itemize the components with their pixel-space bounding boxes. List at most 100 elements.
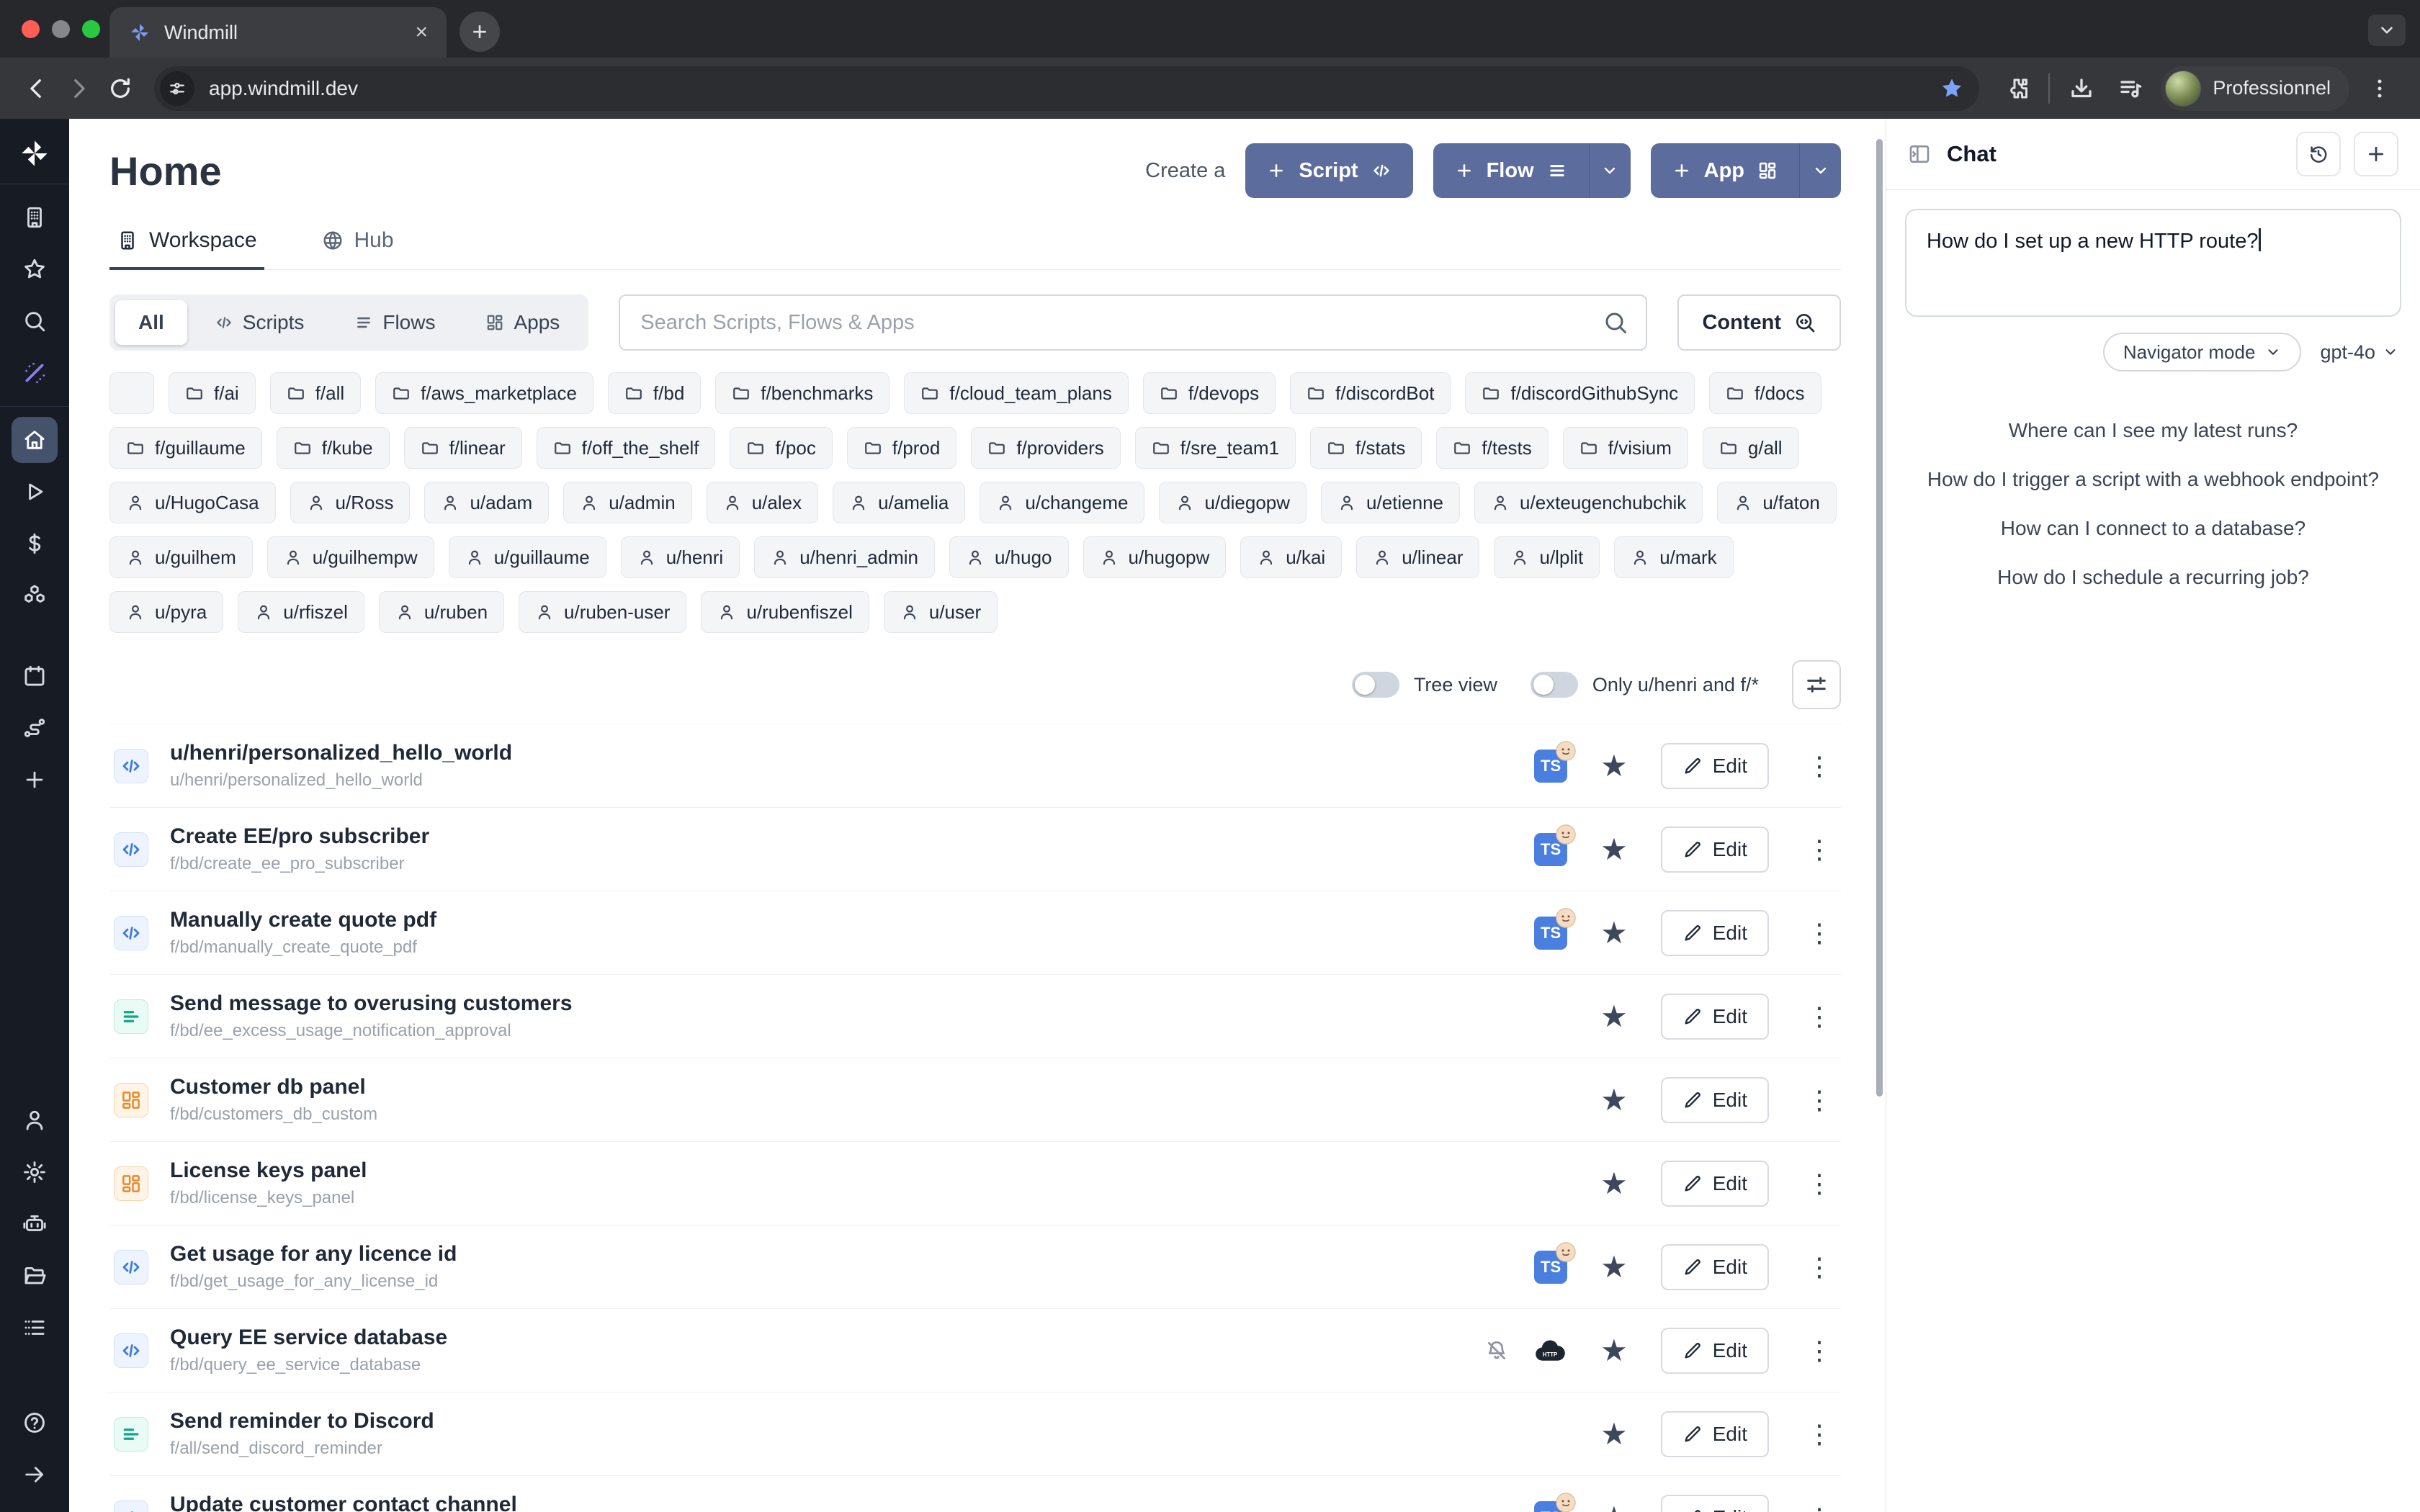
user-chip[interactable]: u/pyra [109,591,223,633]
favorite-star-icon[interactable]: ★ [1600,1002,1628,1032]
user-chip[interactable]: u/kai [1240,536,1342,578]
user-chip[interactable]: u/changeme [980,482,1144,523]
tab-close-icon[interactable]: × [415,20,428,45]
edit-button[interactable]: Edit [1661,1161,1769,1207]
favorite-star-icon[interactable]: ★ [1600,1169,1628,1199]
favorite-star-icon[interactable]: ★ [1600,1419,1628,1449]
filter-flows[interactable]: Flows [331,300,458,345]
url-bar[interactable]: app.windmill.dev [154,66,1979,111]
new-chat-button[interactable] [2354,132,2398,176]
panel-collapse-icon[interactable] [1908,143,1931,166]
item-menu-kebab-icon[interactable]: ⋮ [1802,834,1837,865]
folder-chip[interactable]: f/linear [404,427,522,469]
edit-button[interactable]: Edit [1661,1244,1769,1290]
folder-chip[interactable]: f/tests [1436,427,1548,469]
folder-chip[interactable]: f/guillaume [109,427,262,469]
user-chip[interactable]: u/ruben [379,591,504,633]
user-chip[interactable]: u/lplit [1494,536,1600,578]
sidebar-item-folders[interactable] [12,1253,58,1299]
chat-suggestion[interactable]: How do I trigger a script with a webhook… [1927,468,2379,491]
window-minimize-button[interactable] [52,20,70,38]
window-close-button[interactable] [22,20,40,38]
favorite-star-icon[interactable]: ★ [1600,1503,1628,1512]
list-item[interactable]: License keys panelf/bd/license_keys_pane… [109,1141,1841,1225]
user-chip[interactable]: u/alex [707,482,818,523]
folder-chip[interactable]: f/docs [1709,372,1821,414]
folder-chip[interactable]: f/cloud_team_plans [904,372,1128,414]
folder-chip[interactable]: f/discordBot [1290,372,1451,414]
sidebar-item-routes-path[interactable] [12,705,58,751]
folder-chip[interactable]: f/benchmarks [715,372,889,414]
sidebar-item-add-plus[interactable] [12,757,58,803]
user-chip[interactable]: u/hugo [949,536,1069,578]
scrollbar-thumb[interactable] [1876,139,1883,1097]
list-item[interactable]: u/henri/personalized_hello_worldu/henri/… [109,724,1841,807]
edit-button[interactable]: Edit [1661,1077,1769,1123]
edit-button[interactable]: Edit [1661,1495,1769,1512]
chat-model-select[interactable]: gpt-4o [2320,341,2398,364]
chat-suggestion[interactable]: How do I schedule a recurring job? [1997,566,2309,589]
edit-button[interactable]: Edit [1661,1328,1769,1374]
edit-button[interactable]: Edit [1661,910,1769,956]
folder-chip[interactable]: f/sre_team1 [1135,427,1296,469]
user-chip[interactable]: u/diegopw [1159,482,1307,523]
chat-history-button[interactable] [2296,132,2341,176]
folder-chip[interactable]: f/kube [277,427,390,469]
folder-chip[interactable]: f/ai [169,372,256,414]
folder-chip[interactable]: g/all [1703,427,1799,469]
item-menu-kebab-icon[interactable]: ⋮ [1802,1085,1837,1115]
sidebar-item-search[interactable] [12,298,58,344]
folder-chip[interactable]: f/poc [730,427,832,469]
chat-mode-select[interactable]: Navigator mode [2103,333,2302,372]
list-item[interactable]: Customer db panelf/bd/customers_db_custo… [109,1058,1841,1141]
list-item[interactable]: Query EE service databasef/bd/query_ee_s… [109,1308,1841,1392]
sidebar-item-settings-gear[interactable] [12,1149,58,1195]
user-chip[interactable]: u/faton [1717,482,1837,523]
filter-apps[interactable]: Apps [462,300,583,345]
reload-icon[interactable] [99,68,141,109]
folder-chip[interactable]: f/all [270,372,361,414]
bookmark-star-icon[interactable] [1939,76,1965,102]
sidebar-item-workspace-building[interactable] [12,194,58,240]
forward-icon[interactable] [58,68,99,109]
user-chip[interactable]: u/mark [1614,536,1733,578]
extensions-icon[interactable] [1996,68,2037,109]
favorite-star-icon[interactable]: ★ [1600,1085,1628,1115]
user-chip[interactable]: u/guilhem [109,536,253,578]
list-item[interactable]: Update customer contact channelf/bd/upda… [109,1475,1841,1512]
sidebar-item-user[interactable] [12,1097,58,1143]
user-chip[interactable]: u/henri_admin [754,536,935,578]
item-menu-kebab-icon[interactable]: ⋮ [1802,1002,1837,1032]
user-chip[interactable]: u/etienne [1321,482,1460,523]
item-menu-kebab-icon[interactable]: ⋮ [1802,918,1837,948]
create-flow-dropdown-chevron-icon[interactable] [1589,143,1631,198]
edit-button[interactable]: Edit [1661,743,1769,789]
sidebar-item-runs-play[interactable] [12,469,58,515]
user-chip[interactable]: u/user [884,591,998,633]
list-settings-button[interactable] [1792,660,1841,709]
folder-chip[interactable]: f/prod [847,427,957,469]
filter-all[interactable]: All [115,300,187,345]
browser-profile-button[interactable]: Professionnel [2161,66,2349,111]
browser-menu-kebab-icon[interactable] [2360,68,2400,109]
user-chip[interactable]: u/Ross [290,482,411,523]
user-chip[interactable]: u/guilhempw [267,536,434,578]
media-playlist-icon[interactable] [2110,68,2151,109]
item-menu-kebab-icon[interactable]: ⋮ [1802,1503,1837,1512]
favorite-star-icon[interactable]: ★ [1600,751,1628,781]
list-item[interactable]: Manually create quote pdff/bd/manually_c… [109,891,1841,974]
windmill-logo-icon[interactable] [18,130,51,176]
site-settings-icon[interactable] [160,71,194,106]
empty-chip[interactable] [109,372,154,414]
list-item[interactable]: Send reminder to Discordf/all/send_disco… [109,1392,1841,1475]
sidebar-item-workers-robot[interactable] [12,1201,58,1247]
tab-hub[interactable]: Hub [315,228,401,270]
item-menu-kebab-icon[interactable]: ⋮ [1802,1419,1837,1449]
item-menu-kebab-icon[interactable]: ⋮ [1802,1336,1837,1366]
user-chip[interactable]: u/linear [1356,536,1479,578]
create-app-dropdown-chevron-icon[interactable] [1799,143,1841,198]
edit-button[interactable]: Edit [1661,1411,1769,1457]
content-search-button[interactable]: Content [1677,294,1841,351]
user-chip[interactable]: u/ruben-user [519,591,686,633]
window-zoom-button[interactable] [82,20,100,38]
